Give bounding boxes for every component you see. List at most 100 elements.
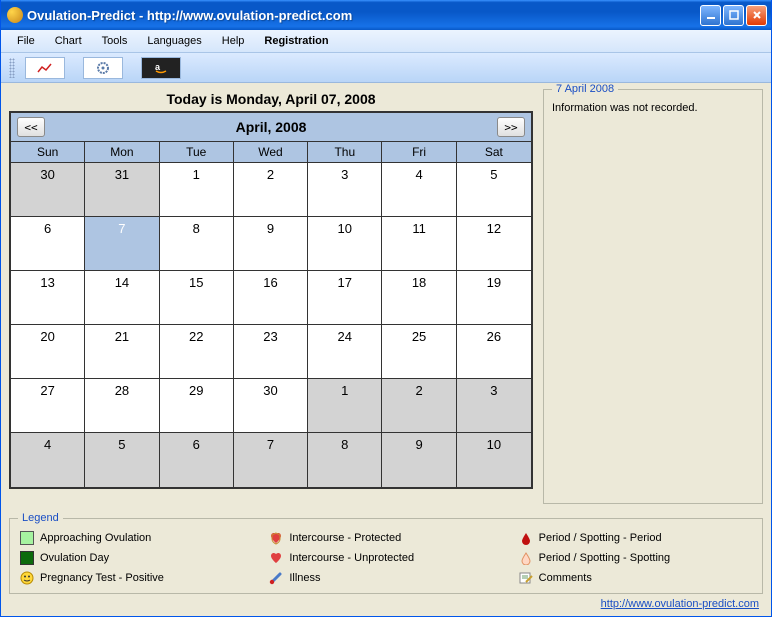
calendar-cell[interactable]: 18 — [382, 271, 456, 325]
thermometer-icon — [269, 571, 283, 585]
calendar-header: << April, 2008 >> — [11, 113, 531, 142]
calendar-cell[interactable]: 11 — [382, 217, 456, 271]
calendar-cell[interactable]: 10 — [308, 217, 382, 271]
info-message: Information was not recorded. — [552, 102, 754, 114]
toolbar-settings-button[interactable] — [83, 57, 123, 79]
calendar-cell[interactable]: 9 — [382, 433, 456, 487]
legend-protected: Intercourse - Protected — [269, 531, 502, 545]
legend-text: Intercourse - Unprotected — [289, 552, 414, 564]
legend-illness: Illness — [269, 571, 502, 585]
legend-text: Ovulation Day — [40, 552, 109, 564]
calendar-cell[interactable]: 26 — [457, 325, 531, 379]
legend-approaching: Approaching Ovulation — [20, 531, 253, 545]
calendar-cell[interactable]: 8 — [160, 217, 234, 271]
app-window: Ovulation-Predict - http://www.ovulation… — [0, 0, 772, 617]
calendar-cell[interactable]: 4 — [11, 433, 85, 487]
toolbar-chart-button[interactable] — [25, 57, 65, 79]
legend-comments: Comments — [519, 571, 752, 585]
calendar-cell[interactable]: 30 — [234, 379, 308, 433]
calendar-cell[interactable]: 17 — [308, 271, 382, 325]
calendar-cell[interactable]: 12 — [457, 217, 531, 271]
minimize-button[interactable] — [700, 5, 721, 26]
calendar-cell[interactable]: 31 — [85, 163, 159, 217]
legend-text: Approaching Ovulation — [40, 532, 151, 544]
calendar-cell[interactable]: 23 — [234, 325, 308, 379]
calendar-cell[interactable]: 27 — [11, 379, 85, 433]
dow-wed: Wed — [234, 142, 308, 162]
content-area: Today is Monday, April 07, 2008 << April… — [1, 83, 771, 510]
dow-sat: Sat — [457, 142, 531, 162]
footer-link[interactable]: http://www.ovulation-predict.com — [601, 598, 759, 610]
calendar-cell[interactable]: 25 — [382, 325, 456, 379]
dow-row: Sun Mon Tue Wed Thu Fri Sat — [11, 142, 531, 163]
calendar-cell[interactable]: 4 — [382, 163, 456, 217]
svg-text:a: a — [155, 62, 161, 72]
calendar-cell[interactable]: 13 — [11, 271, 85, 325]
app-icon — [7, 7, 23, 23]
calendar-cell[interactable]: 9 — [234, 217, 308, 271]
toolbar-amazon-button[interactable]: a — [141, 57, 181, 79]
legend-unprotected: Intercourse - Unprotected — [269, 551, 502, 565]
calendar-cell[interactable]: 21 — [85, 325, 159, 379]
calendar-cell[interactable]: 14 — [85, 271, 159, 325]
menubar: File Chart Tools Languages Help Registra… — [1, 30, 771, 53]
calendar-cell[interactable]: 7 — [85, 217, 159, 271]
legend-text: Intercourse - Protected — [289, 532, 401, 544]
smiley-icon — [20, 571, 34, 585]
calendar-cell[interactable]: 2 — [234, 163, 308, 217]
calendar-cell[interactable]: 2 — [382, 379, 456, 433]
info-column: 7 April 2008 Information was not recorde… — [543, 89, 763, 504]
next-month-button[interactable]: >> — [497, 117, 525, 137]
calendar-cell[interactable]: 5 — [457, 163, 531, 217]
menu-registration[interactable]: Registration — [254, 33, 338, 49]
legend: Legend Approaching Ovulation Intercourse… — [9, 518, 763, 594]
legend-ovday: Ovulation Day — [20, 551, 253, 565]
legend-text: Pregnancy Test - Positive — [40, 572, 164, 584]
toolbar-grip — [9, 58, 15, 78]
calendar-cell[interactable]: 28 — [85, 379, 159, 433]
menu-languages[interactable]: Languages — [137, 33, 211, 49]
close-button[interactable] — [746, 5, 767, 26]
dow-thu: Thu — [308, 142, 382, 162]
prev-month-button[interactable]: << — [17, 117, 45, 137]
calendar-column: Today is Monday, April 07, 2008 << April… — [9, 89, 533, 504]
heart-shield-icon — [269, 531, 283, 545]
dow-mon: Mon — [85, 142, 159, 162]
calendar-cell[interactable]: 5 — [85, 433, 159, 487]
menu-tools[interactable]: Tools — [92, 33, 138, 49]
legend-period: Period / Spotting - Period — [519, 531, 752, 545]
calendar-grid: 3031123456789101112131415161718192021222… — [11, 163, 531, 487]
calendar-cell[interactable]: 3 — [457, 379, 531, 433]
calendar-cell[interactable]: 22 — [160, 325, 234, 379]
note-pencil-icon — [519, 571, 533, 585]
calendar-cell[interactable]: 20 — [11, 325, 85, 379]
calendar-cell[interactable]: 3 — [308, 163, 382, 217]
menu-help[interactable]: Help — [212, 33, 255, 49]
menu-chart[interactable]: Chart — [45, 33, 92, 49]
info-date-label: 7 April 2008 — [552, 83, 618, 95]
calendar-cell[interactable]: 30 — [11, 163, 85, 217]
calendar-cell[interactable]: 24 — [308, 325, 382, 379]
drop-light-icon — [519, 551, 533, 565]
calendar-title: April, 2008 — [45, 119, 497, 135]
calendar-cell[interactable]: 1 — [308, 379, 382, 433]
window-title: Ovulation-Predict - http://www.ovulation… — [27, 8, 352, 23]
heart-icon — [269, 551, 283, 565]
calendar-cell[interactable]: 16 — [234, 271, 308, 325]
calendar-cell[interactable]: 1 — [160, 163, 234, 217]
calendar-cell[interactable]: 8 — [308, 433, 382, 487]
maximize-button[interactable] — [723, 5, 744, 26]
calendar-cell[interactable]: 6 — [11, 217, 85, 271]
calendar-cell[interactable]: 15 — [160, 271, 234, 325]
calendar-cell[interactable]: 10 — [457, 433, 531, 487]
menu-file[interactable]: File — [7, 33, 45, 49]
calendar-cell[interactable]: 29 — [160, 379, 234, 433]
calendar-cell[interactable]: 19 — [457, 271, 531, 325]
footer: http://www.ovulation-predict.com — [1, 594, 771, 616]
calendar-cell[interactable]: 7 — [234, 433, 308, 487]
calendar-cell[interactable]: 6 — [160, 433, 234, 487]
calendar: << April, 2008 >> Sun Mon Tue Wed Thu Fr… — [9, 111, 533, 489]
legend-text: Period / Spotting - Spotting — [539, 552, 670, 564]
dow-fri: Fri — [382, 142, 456, 162]
dow-tue: Tue — [160, 142, 234, 162]
